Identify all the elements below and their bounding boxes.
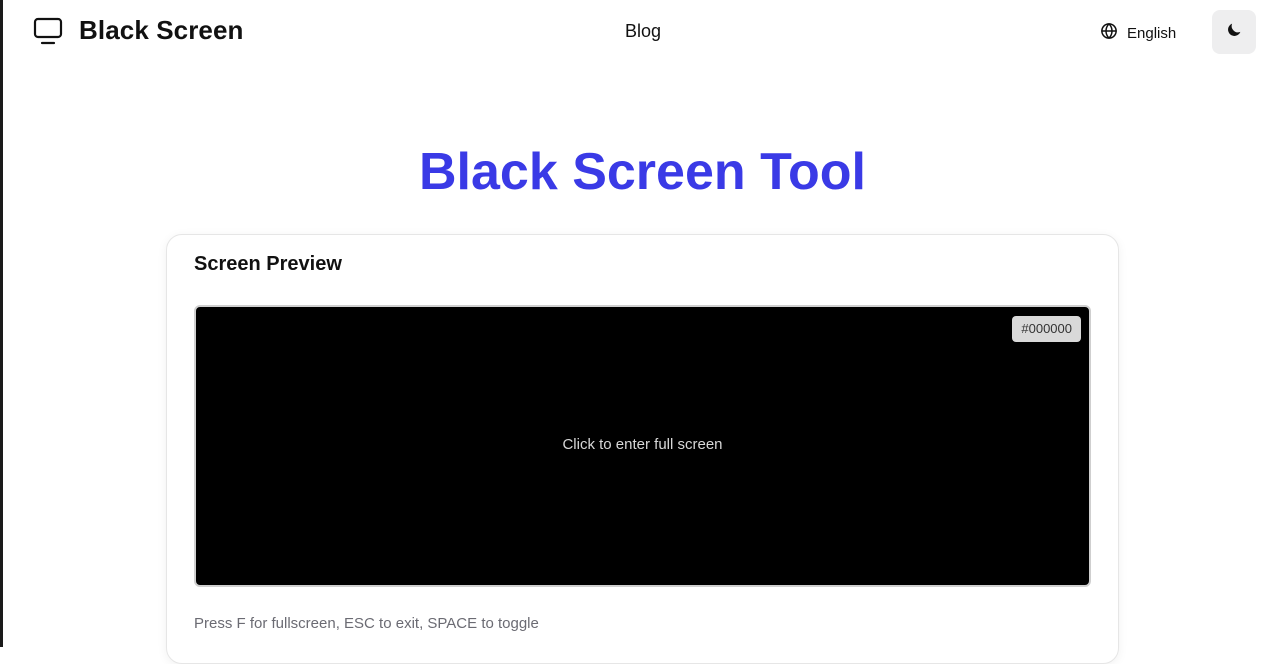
- card-title: Screen Preview: [194, 253, 342, 275]
- site-header: Black Screen Blog English: [3, 0, 1275, 64]
- language-selector[interactable]: English: [1100, 22, 1176, 45]
- screen-preview[interactable]: #000000 Click to enter full screen: [194, 305, 1091, 587]
- brand-title: Black Screen: [79, 14, 244, 45]
- fullscreen-hint: Click to enter full screen: [562, 436, 723, 453]
- color-code-badge: #000000: [1012, 316, 1081, 342]
- window-left-edge: [0, 0, 3, 647]
- screen-preview-card: Screen Preview #000000 Click to enter fu…: [166, 234, 1119, 664]
- theme-toggle-button[interactable]: [1212, 10, 1256, 54]
- page-title: Black Screen Tool: [419, 143, 866, 201]
- globe-icon: [1100, 22, 1118, 45]
- keyboard-shortcuts-hint: Press F for fullscreen, ESC to exit, SPA…: [194, 615, 539, 632]
- moon-icon: [1225, 21, 1243, 44]
- language-label: English: [1127, 25, 1177, 42]
- monitor-icon: [32, 14, 64, 46]
- brand-link[interactable]: Black Screen: [32, 14, 244, 46]
- nav-blog-link[interactable]: Blog: [625, 21, 661, 42]
